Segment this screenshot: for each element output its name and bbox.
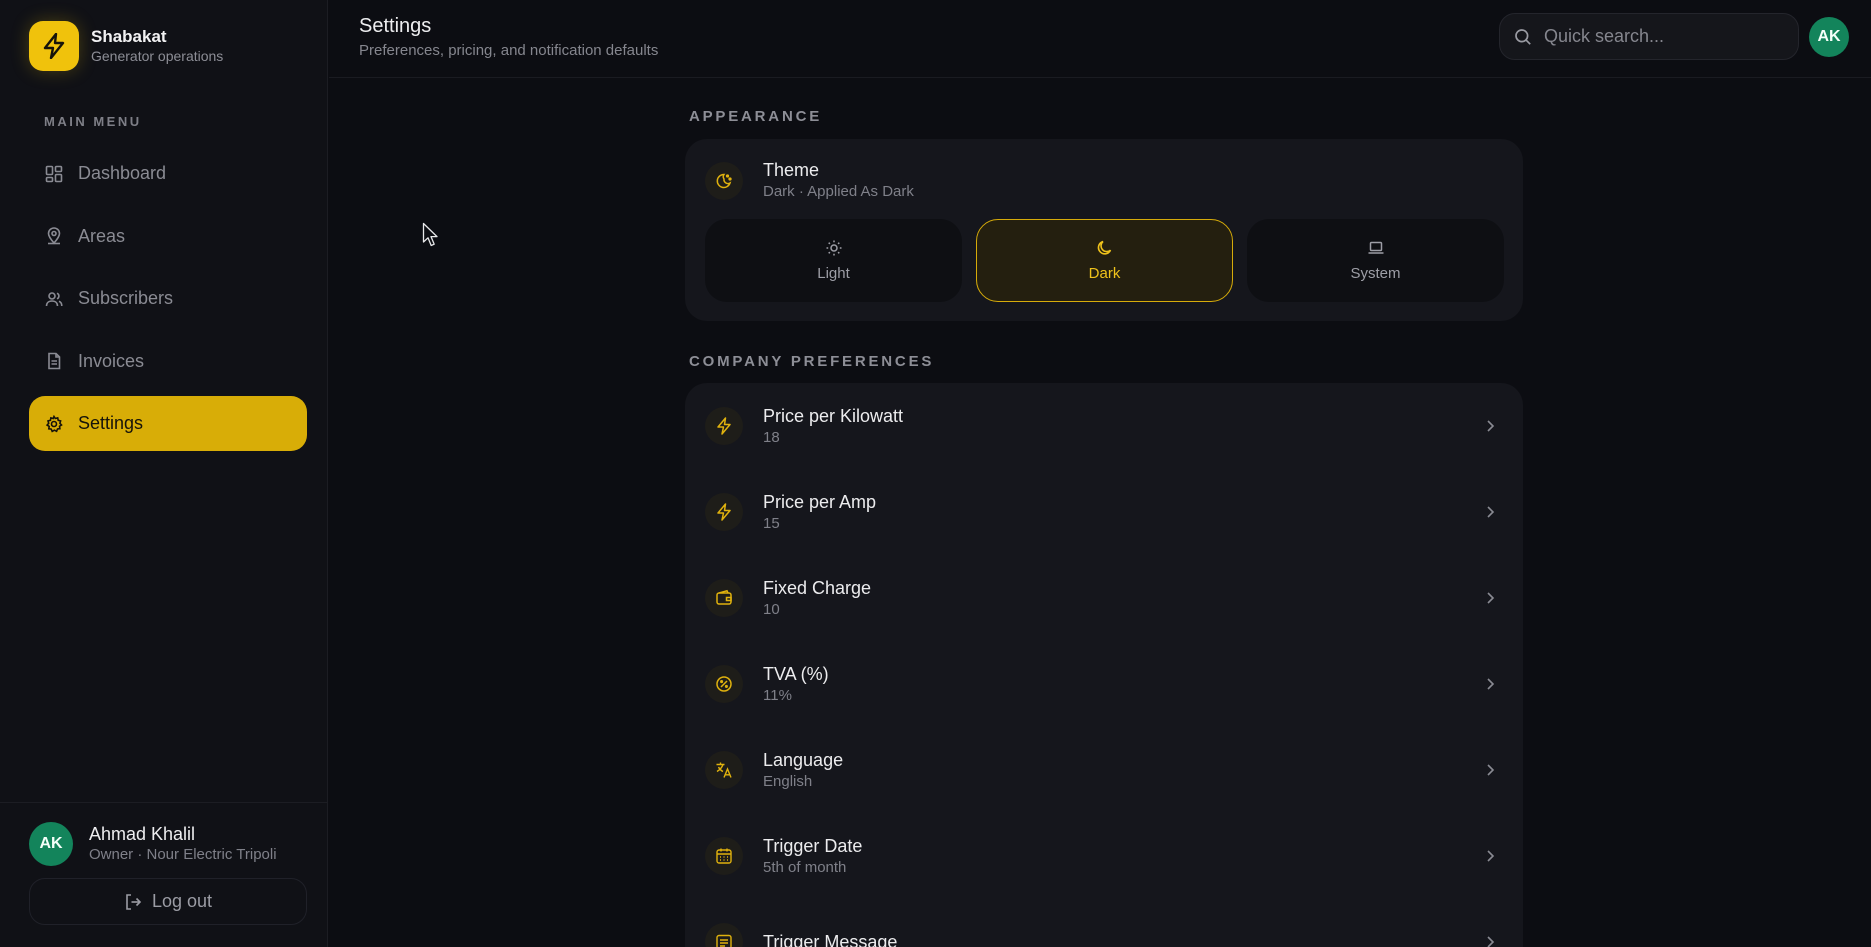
theme-options: Light Dark System [705, 219, 1504, 302]
bolt-icon [705, 493, 743, 531]
message-icon [705, 923, 743, 947]
laptop-icon [1367, 239, 1385, 257]
user-role: Owner · Nour Electric Tripoli [89, 846, 277, 863]
main-nav: Dashboard Areas Subscribers Invoices Set… [29, 146, 307, 459]
pref-title: Trigger Message [763, 931, 898, 947]
chevron-right-icon [1485, 419, 1495, 433]
wallet-icon [705, 579, 743, 617]
sidebar-item-dashboard[interactable]: Dashboard [29, 146, 307, 201]
appearance-section-title: APPEARANCE [689, 108, 823, 125]
chevron-right-icon [1485, 505, 1495, 519]
sidebar: Shabakat Generator operations MAIN MENU … [0, 0, 328, 947]
pref-title: TVA (%) [763, 663, 829, 684]
sidebar-item-label: Areas [78, 225, 126, 246]
theme-option-label: System [1350, 265, 1401, 282]
bolt-icon [29, 21, 79, 71]
search-input[interactable] [1544, 26, 1784, 47]
chevron-right-icon [1485, 763, 1495, 777]
pref-value: 10 [763, 600, 780, 618]
map-pin-icon [44, 226, 64, 246]
pref-title: Language [763, 749, 844, 770]
pref-row-tva[interactable]: TVA (%) 11% [685, 641, 1523, 727]
sidebar-item-areas[interactable]: Areas [29, 209, 307, 264]
pref-value: 15 [763, 514, 780, 532]
quick-search[interactable] [1499, 13, 1799, 60]
sidebar-item-label: Settings [78, 413, 144, 433]
brand-subtitle: Generator operations [91, 48, 224, 64]
page-header: Settings Preferences, pricing, and notif… [329, 0, 1871, 78]
sidebar-item-label: Subscribers [78, 288, 174, 308]
brand-name: Shabakat [91, 27, 167, 46]
chevron-right-icon [1485, 935, 1495, 947]
moon-icon [1096, 239, 1114, 257]
sun-icon [825, 239, 843, 257]
theme-subtitle: Dark · Applied As Dark [763, 183, 914, 200]
theme-option-light[interactable]: Light [705, 219, 962, 302]
sidebar-footer-divider [0, 802, 328, 803]
logout-icon [124, 893, 142, 911]
theme-option-dark[interactable]: Dark [976, 219, 1233, 302]
users-icon [44, 289, 64, 309]
sidebar-item-invoices[interactable]: Invoices [29, 334, 307, 389]
theme-option-system[interactable]: System [1247, 219, 1504, 302]
theme-option-label: Light [817, 265, 850, 282]
user-profile[interactable]: AK Ahmad Khalil Owner · Nour Electric Tr… [29, 822, 277, 866]
palette-icon [705, 161, 743, 200]
theme-title: Theme [763, 160, 820, 180]
chevron-right-icon [1485, 677, 1495, 691]
mouse-cursor-icon [422, 222, 440, 253]
document-icon [44, 351, 64, 371]
page-subtitle: Preferences, pricing, and notification d… [359, 42, 659, 59]
pref-row-fixed-charge[interactable]: Fixed Charge 10 [685, 555, 1523, 641]
pref-title: Fixed Charge [763, 577, 872, 598]
chevron-right-icon [1485, 849, 1495, 863]
bolt-icon [705, 407, 743, 445]
pref-value: English [763, 772, 813, 790]
page-title: Settings [359, 15, 432, 37]
theme-card: Theme Dark · Applied As Dark Light Dark … [685, 139, 1523, 321]
gear-icon [44, 414, 64, 434]
avatar: AK [29, 822, 73, 866]
company-preferences-card: Price per Kilowatt 18 Price per Amp 15 F… [685, 383, 1523, 947]
percent-icon [705, 665, 743, 703]
user-name: Ahmad Khalil [89, 824, 196, 844]
pref-value: 5th of month [763, 858, 847, 876]
brand[interactable]: Shabakat Generator operations [29, 21, 223, 71]
pref-row-trigger-date[interactable]: Trigger Date 5th of month [685, 813, 1523, 899]
sidebar-item-label: Invoices [78, 350, 145, 371]
menu-section-title: MAIN MENU [44, 114, 142, 129]
header-avatar[interactable]: AK [1809, 17, 1849, 57]
pref-title: Price per Kilowatt [763, 405, 904, 426]
pref-value: 18 [763, 428, 780, 446]
pref-title: Trigger Date [763, 835, 863, 856]
grid-icon [44, 164, 64, 184]
logout-label: Log out [151, 891, 213, 911]
pref-value: 11% [763, 686, 792, 704]
company-preferences-section-title: COMPANY PREFERENCES [689, 353, 935, 370]
pref-title: Price per Amp [763, 491, 877, 512]
pref-row-price-per-amp[interactable]: Price per Amp 15 [685, 469, 1523, 555]
pref-row-language[interactable]: Language English [685, 727, 1523, 813]
chevron-right-icon [1485, 591, 1495, 605]
translate-icon [705, 751, 743, 789]
sidebar-item-subscribers[interactable]: Subscribers [29, 271, 307, 326]
sidebar-item-label: Dashboard [78, 163, 167, 183]
pref-row-price-per-kilowatt[interactable]: Price per Kilowatt 18 [685, 383, 1523, 469]
pref-row-trigger-message[interactable]: Trigger Message [685, 899, 1523, 947]
logout-button[interactable]: Log out [29, 878, 307, 925]
sidebar-item-settings[interactable]: Settings [29, 396, 307, 451]
theme-option-label: Dark [1088, 265, 1121, 282]
calendar-icon [705, 837, 743, 875]
search-icon [1514, 28, 1532, 46]
